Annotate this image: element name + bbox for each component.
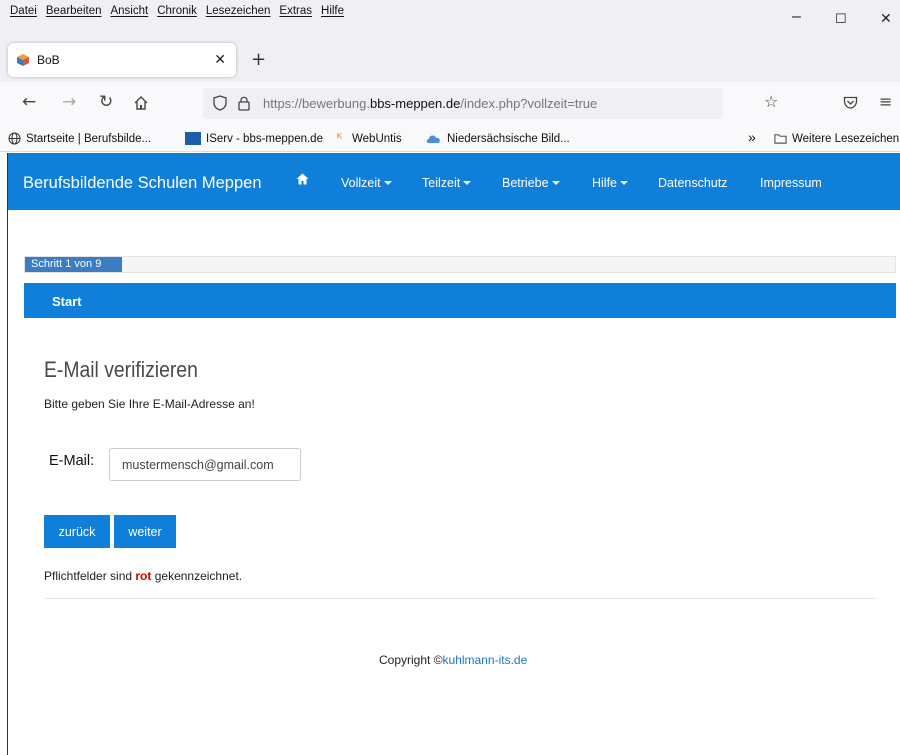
tracking-shield-icon[interactable] bbox=[213, 95, 227, 111]
iserv-icon bbox=[185, 132, 201, 145]
bookmark-startseite[interactable]: Startseite | Berufsbilde... bbox=[8, 132, 151, 145]
nav-hilfe[interactable]: Hilfe bbox=[592, 176, 629, 190]
nav-datenschutz[interactable]: Datenschutz bbox=[658, 176, 727, 190]
new-tab-button[interactable]: + bbox=[251, 49, 266, 70]
tab-title: BoB bbox=[37, 53, 60, 67]
bookmark-weitere-lesezeichen[interactable]: Weitere Lesezeichen bbox=[774, 132, 899, 145]
nav-betriebe[interactable]: Betriebe bbox=[502, 176, 560, 190]
next-button[interactable]: weiter bbox=[114, 515, 176, 548]
bookmark-webuntis[interactable]: ᴷ WebUntis bbox=[337, 132, 402, 145]
tab-strip: BoB ✕ + bbox=[0, 38, 900, 82]
close-window-button[interactable]: ✕ bbox=[880, 10, 892, 27]
webuntis-icon: ᴷ bbox=[337, 132, 343, 144]
divider bbox=[44, 598, 877, 599]
menu-hilfe[interactable]: Hilfe bbox=[321, 5, 344, 17]
progress-bar: Schritt 1 von 9 bbox=[24, 256, 896, 273]
navigation-bar: ← → ↻ https://bewerbung.bbs-meppen.de/in… bbox=[0, 82, 900, 126]
caret-down-icon bbox=[620, 181, 629, 185]
address-bar[interactable]: https://bewerbung.bbs-meppen.de/index.ph… bbox=[203, 88, 723, 119]
bookmark-label: Weitere Lesezeichen bbox=[792, 132, 900, 145]
hint-red-word: rot bbox=[135, 569, 152, 583]
reload-icon[interactable]: ↻ bbox=[99, 92, 113, 112]
bookmark-label: Niedersächsische Bild... bbox=[447, 132, 570, 145]
step-header: Start bbox=[24, 283, 896, 318]
hamburger-menu-icon[interactable]: ≡ bbox=[879, 92, 892, 111]
copyright-link[interactable]: kuhlmann-its.de bbox=[443, 653, 528, 667]
minimize-button[interactable]: – bbox=[792, 8, 801, 26]
cloud-icon bbox=[426, 135, 440, 143]
forward-arrow-icon[interactable]: → bbox=[62, 92, 76, 112]
bookmark-niedersaechsische[interactable]: Niedersächsische Bild... bbox=[425, 132, 570, 145]
hint-text: Pflichtfelder sind bbox=[44, 569, 136, 583]
menu-bearbeiten[interactable]: Bearbeiten bbox=[46, 5, 102, 17]
home-icon[interactable] bbox=[133, 95, 149, 111]
nav-label: Hilfe bbox=[592, 176, 618, 190]
intro-text: Bitte geben Sie Ihre E-Mail-Adresse an! bbox=[44, 397, 255, 411]
folder-icon bbox=[774, 134, 787, 144]
nav-teilzeit[interactable]: Teilzeit bbox=[422, 176, 472, 190]
url-path: /index.php?vollzeit=true bbox=[460, 96, 598, 111]
menu-ansicht[interactable]: Ansicht bbox=[110, 5, 148, 17]
menu-chronik[interactable]: Chronik bbox=[157, 5, 197, 17]
nav-label: Betriebe bbox=[502, 176, 549, 190]
required-hint: Pflichtfelder sind rot gekennzeichnet. bbox=[44, 569, 242, 583]
menu-items: Datei Bearbeiten Ansicht Chronik Lesezei… bbox=[10, 5, 344, 17]
page-title: E-Mail verifizieren bbox=[44, 357, 198, 382]
caret-down-icon bbox=[463, 181, 472, 185]
lock-icon[interactable] bbox=[237, 95, 251, 111]
nav-label: Vollzeit bbox=[341, 176, 381, 190]
nav-label: Teilzeit bbox=[422, 176, 461, 190]
menu-bar: Datei Bearbeiten Ansicht Chronik Lesezei… bbox=[0, 0, 900, 38]
url-domain: bbs-meppen.de bbox=[369, 96, 461, 111]
bookmark-iserv[interactable]: IServ - bbs-meppen.de bbox=[185, 132, 323, 145]
home-icon[interactable] bbox=[296, 173, 309, 185]
back-arrow-icon[interactable]: ← bbox=[22, 92, 36, 112]
tab-close-icon[interactable]: ✕ bbox=[214, 51, 226, 68]
caret-down-icon bbox=[551, 181, 560, 185]
maximize-button[interactable]: ☐ bbox=[835, 11, 847, 27]
bookmarks-overflow-icon[interactable]: » bbox=[748, 129, 756, 145]
site-brand[interactable]: Berufsbildende Schulen Meppen bbox=[23, 174, 262, 193]
nav-impressum[interactable]: Impressum bbox=[760, 176, 822, 190]
menu-extras[interactable]: Extras bbox=[279, 5, 312, 17]
tab-bob[interactable]: BoB ✕ bbox=[8, 43, 236, 77]
bookmark-label: IServ - bbs-meppen.de bbox=[206, 132, 323, 145]
bob-favicon-icon bbox=[17, 54, 29, 66]
email-field[interactable] bbox=[109, 448, 301, 481]
footer-copyright: Copyright ©kuhlmann-its.de bbox=[379, 653, 527, 667]
email-label: E-Mail: bbox=[49, 453, 95, 469]
back-button[interactable]: zurück bbox=[44, 515, 110, 548]
bookmarks-bar: Startseite | Berufsbilde... IServ - bbs-… bbox=[0, 126, 900, 152]
bookmark-star-icon[interactable]: ☆ bbox=[764, 92, 778, 111]
step-header-label: Start bbox=[52, 294, 82, 309]
progress-fill: Schritt 1 von 9 bbox=[25, 257, 122, 272]
bookmark-label: WebUntis bbox=[352, 132, 402, 145]
url-text[interactable]: https://bewerbung.bbs-meppen.de/index.ph… bbox=[263, 96, 597, 111]
url-prefix: https://bewerbung. bbox=[263, 96, 370, 111]
pocket-icon[interactable] bbox=[843, 95, 858, 110]
menu-datei[interactable]: Datei bbox=[10, 5, 37, 17]
bookmark-label: Startseite | Berufsbilde... bbox=[26, 132, 152, 145]
globe-icon bbox=[8, 132, 21, 145]
caret-down-icon bbox=[383, 181, 392, 185]
copyright-text: Copyright © bbox=[379, 653, 443, 667]
page-edge bbox=[7, 153, 8, 755]
menu-lesezeichen[interactable]: Lesezeichen bbox=[206, 5, 271, 17]
nav-vollzeit[interactable]: Vollzeit bbox=[341, 176, 392, 190]
site-navbar: Berufsbildende Schulen Meppen Vollzeit T… bbox=[8, 153, 900, 210]
hint-text: gekennzeichnet. bbox=[151, 569, 243, 583]
